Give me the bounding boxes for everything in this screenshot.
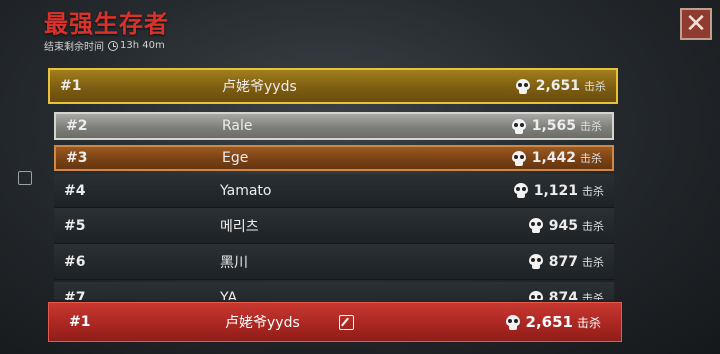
clock-icon <box>108 40 118 51</box>
my-kill-unit: 击杀 <box>576 315 601 330</box>
leaderboard-row[interactable]: #7 YA 874 击杀 <box>54 282 614 300</box>
my-player-name: 卢姥爷yyds <box>225 315 300 331</box>
leaderboard-row[interactable]: #3 Ege 1,442 击杀 <box>54 145 614 171</box>
close-button[interactable]: ✕ <box>680 8 712 40</box>
time-remaining-label: 结束剩余时间 <box>44 42 104 53</box>
skull-icon <box>505 314 520 330</box>
row-kill-unit: 击杀 <box>580 152 602 165</box>
row-player-name: 메리츠 <box>220 218 259 235</box>
row-kill-count: 945 <box>548 217 578 234</box>
header: 最强生存者 结束剩余时间 13h 40m <box>44 8 169 53</box>
row-kills: 945 击杀 <box>528 217 604 234</box>
skull-icon <box>528 218 543 233</box>
skull-icon <box>513 183 528 198</box>
side-toggle[interactable] <box>18 171 32 185</box>
skull-icon <box>515 78 530 94</box>
leaderboard-row[interactable]: #5 메리츠 945 击杀 <box>54 208 614 244</box>
row-kills: 877 击杀 <box>528 253 604 270</box>
row-kill-unit: 击杀 <box>582 255 604 269</box>
my-kills: 2,651 击杀 <box>505 313 601 331</box>
page-title: 最强生存者 <box>44 10 169 38</box>
row-kill-unit: 击杀 <box>580 120 602 133</box>
row-kill-unit: 击杀 <box>584 80 606 93</box>
row-rank: #7 <box>64 290 86 300</box>
row-kill-count: 1,565 <box>531 118 576 134</box>
row-kills: 1,442 击杀 <box>511 150 602 166</box>
row-kill-count: 874 <box>548 290 578 300</box>
row-player-name: YA <box>220 290 238 300</box>
row-player-name: Rale <box>222 118 253 134</box>
row-kills: 874 击杀 <box>528 290 604 300</box>
row-player-name: Ege <box>222 150 249 166</box>
skull-icon <box>528 254 543 269</box>
my-rank: #1 <box>69 314 91 330</box>
row-player-name: Yamato <box>220 182 272 199</box>
row-rank: #4 <box>64 182 86 199</box>
row-rank: #1 <box>60 78 82 94</box>
row-kill-count: 2,651 <box>535 78 580 94</box>
row-rank: #3 <box>66 150 88 166</box>
leaderboard-row[interactable]: #6 黑川 877 击杀 <box>54 244 614 280</box>
row-player-name: 黑川 <box>220 254 248 271</box>
row-kill-unit: 击杀 <box>582 219 604 233</box>
row-kills: 1,121 击杀 <box>513 182 604 199</box>
close-icon: ✕ <box>685 9 707 39</box>
skull-icon <box>528 290 543 300</box>
row-kills: 1,565 击杀 <box>511 118 602 134</box>
row-kill-unit: 击杀 <box>582 292 604 300</box>
time-remaining-value: 13h 40m <box>120 40 165 51</box>
skull-icon <box>511 118 526 134</box>
time-remaining: 结束剩余时间 13h 40m <box>44 38 169 53</box>
leaderboard-row[interactable]: #1 卢姥爷yyds 2,651 击杀 <box>48 68 618 104</box>
row-rank: #6 <box>64 253 86 270</box>
row-kill-count: 1,442 <box>531 150 576 166</box>
row-player-name: 卢姥爷yyds <box>222 79 297 95</box>
my-kill-count: 2,651 <box>525 313 573 331</box>
row-rank: #5 <box>64 217 86 234</box>
leaderboard-list[interactable]: #1 卢姥爷yyds 2,651 击杀 #2 Rale 1,565 击杀 #3 … <box>48 66 618 300</box>
edit-name-icon[interactable] <box>339 315 354 330</box>
leaderboard-row[interactable]: #2 Rale 1,565 击杀 <box>54 112 614 140</box>
row-kill-unit: 击杀 <box>582 184 604 198</box>
row-kills: 2,651 击杀 <box>515 78 606 94</box>
row-kill-count: 1,121 <box>533 182 578 199</box>
row-rank: #2 <box>66 118 88 134</box>
skull-icon <box>511 150 526 166</box>
my-rank-row[interactable]: #1 卢姥爷yyds 2,651 击杀 <box>48 302 622 342</box>
leaderboard-row[interactable]: #4 Yamato 1,121 击杀 <box>54 174 614 208</box>
row-kill-count: 877 <box>548 253 578 270</box>
